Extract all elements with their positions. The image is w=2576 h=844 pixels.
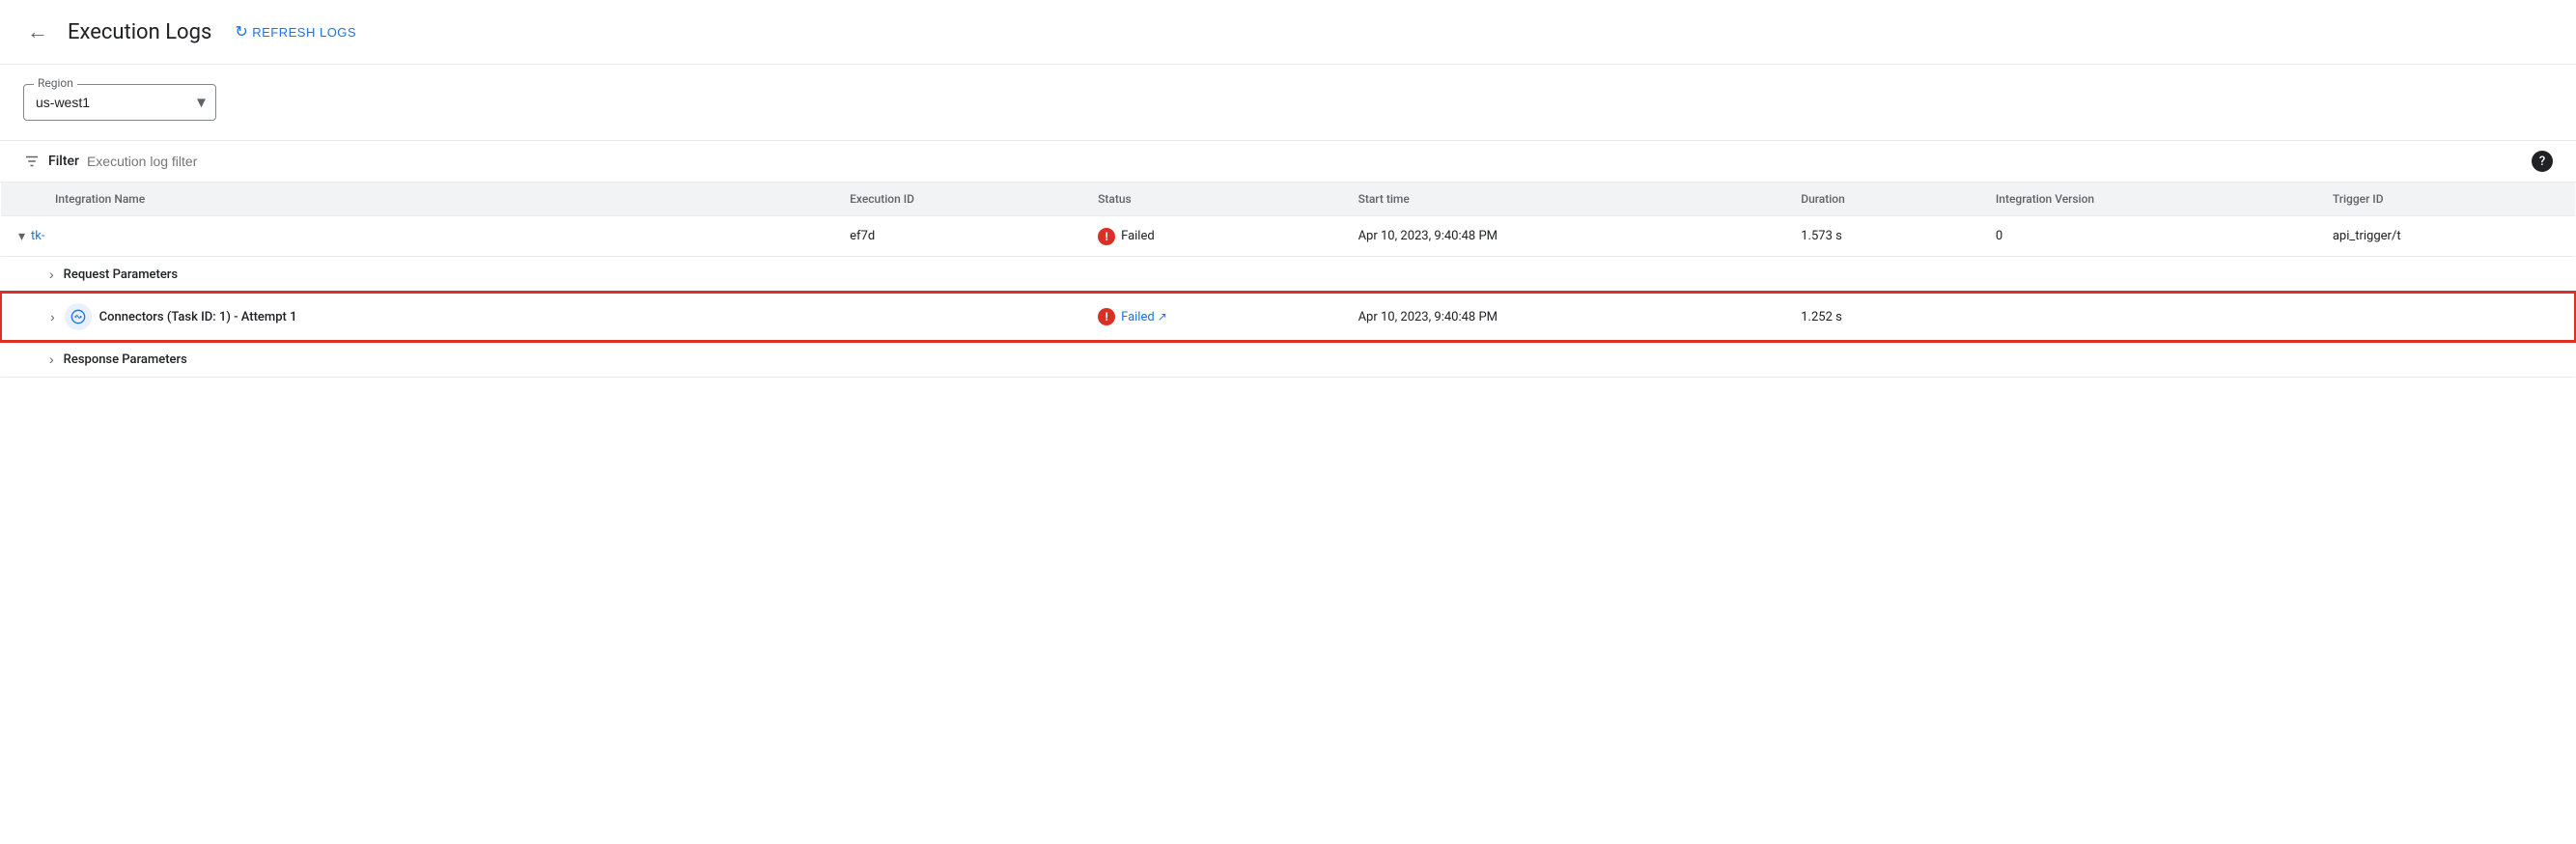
request-params-cell: › Request Parameters — [1, 257, 2575, 294]
error-icon: ! — [1098, 228, 1115, 245]
response-params-expand-button[interactable]: › — [47, 350, 56, 369]
connector-icon — [65, 303, 92, 330]
table-row: › Response Parameters — [1, 341, 2575, 378]
trigger-id-cell: api_trigger/t — [2317, 216, 2575, 257]
table-row: ▾ tk- ef7d ! Failed Apr 10, 2023, 9:40:4… — [1, 216, 2575, 257]
connector-error-icon: ! — [1098, 308, 1115, 325]
request-params-expand-button[interactable]: › — [47, 265, 56, 284]
execution-logs-table: Integration Name Execution ID Status Sta… — [0, 183, 2576, 378]
connector-name-cell: › Connectors (Task ID: 1) - Attempt 1 — [1, 293, 834, 341]
filter-label: Filter — [48, 154, 79, 169]
connector-version-cell — [1980, 293, 2317, 341]
col-execution-id: Execution ID — [834, 183, 1082, 216]
page-title: Execution Logs — [68, 20, 211, 44]
region-section: Region us-west1 us-east1 us-central1 eur… — [0, 65, 2576, 140]
integration-name-link[interactable]: tk- — [31, 229, 44, 243]
start-time-cell: Apr 10, 2023, 9:40:48 PM — [1343, 216, 1786, 257]
col-start-time: Start time — [1343, 183, 1786, 216]
table-row: › Connectors (Task ID: 1) - Attempt 1 — [1, 293, 2575, 341]
page-header: ← Execution Logs ↻ REFRESH LOGS — [0, 0, 2576, 65]
connector-status-cell: ! Failed ↗ — [1082, 293, 1342, 341]
region-select[interactable]: us-west1 us-east1 us-central1 europe-wes… — [24, 85, 215, 120]
request-params-label: Request Parameters — [64, 267, 178, 282]
col-status: Status — [1082, 183, 1342, 216]
row-expand-button[interactable]: ▾ — [16, 226, 27, 246]
connector-trigger-id-cell — [2317, 293, 2575, 341]
table-header-row: Integration Name Execution ID Status Sta… — [1, 183, 2575, 216]
refresh-logs-button[interactable]: ↻ REFRESH LOGS — [235, 22, 356, 42]
duration-cell: 1.573 s — [1785, 216, 1980, 257]
connector-start-time-cell: Apr 10, 2023, 9:40:48 PM — [1343, 293, 1786, 341]
connector-failed-link[interactable]: Failed ↗ — [1121, 310, 1167, 324]
response-params-cell: › Response Parameters — [1, 341, 2575, 378]
integration-name-cell: ▾ tk- — [1, 216, 834, 257]
back-button[interactable]: ← — [23, 15, 52, 48]
execution-id-cell: ef7d — [834, 216, 1082, 257]
help-icon[interactable]: ? — [2532, 151, 2553, 172]
filter-icon — [23, 153, 41, 170]
back-arrow-icon: ← — [27, 19, 48, 44]
filter-input[interactable] — [87, 154, 2524, 169]
table-container: Integration Name Execution ID Status Sta… — [0, 183, 2576, 378]
col-integration-version: Integration Version — [1980, 183, 2317, 216]
connector-execution-id-cell — [834, 293, 1082, 341]
connector-duration-cell: 1.252 s — [1785, 293, 1980, 341]
col-trigger-id: Trigger ID — [2317, 183, 2575, 216]
connector-task-label: Connectors (Task ID: 1) - Attempt 1 — [99, 310, 297, 324]
refresh-icon: ↻ — [235, 22, 248, 42]
col-integration-name: Integration Name — [1, 183, 834, 216]
version-cell: 0 — [1980, 216, 2317, 257]
external-link-icon: ↗ — [1158, 310, 1167, 324]
region-select-wrapper: Region us-west1 us-east1 us-central1 eur… — [23, 84, 216, 121]
filter-bar: Filter ? — [0, 140, 2576, 183]
col-duration: Duration — [1785, 183, 1980, 216]
response-params-label: Response Parameters — [64, 352, 187, 367]
region-label: Region — [34, 76, 77, 90]
status-cell: ! Failed — [1082, 216, 1342, 257]
connector-expand-button[interactable]: › — [48, 307, 57, 326]
table-row: › Request Parameters — [1, 257, 2575, 294]
